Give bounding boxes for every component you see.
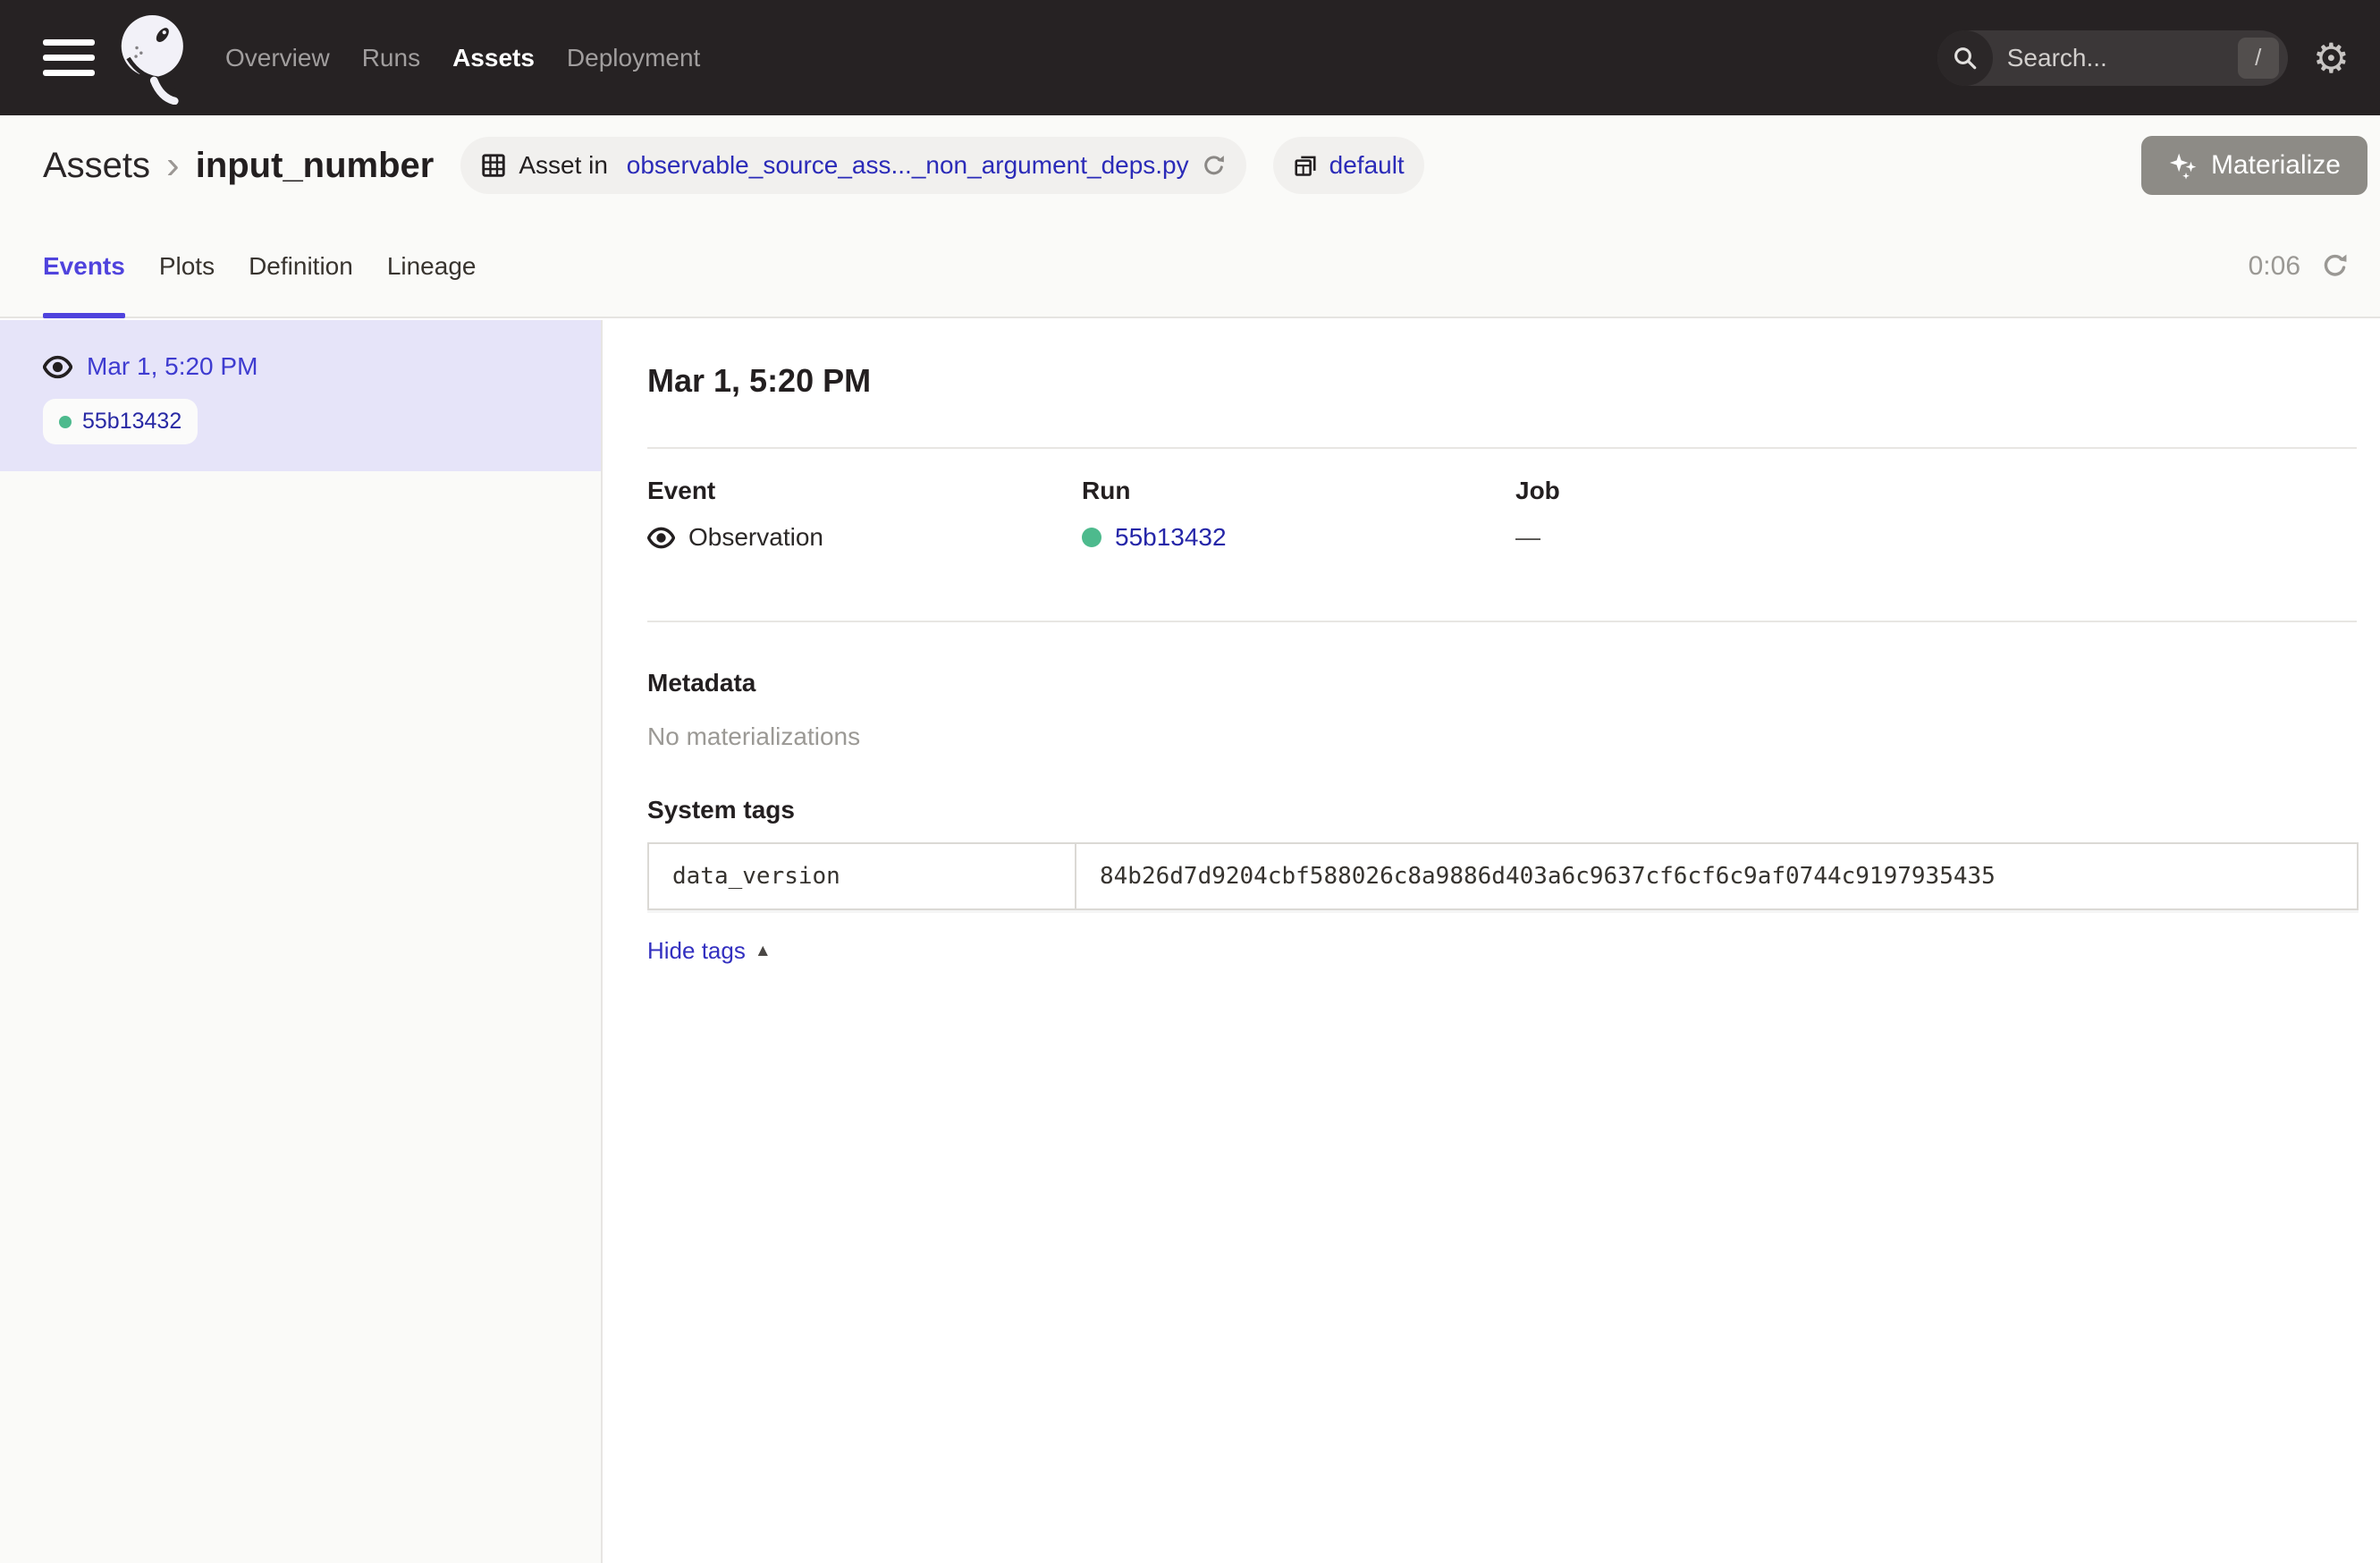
primary-nav: Overview Runs Assets Deployment — [225, 44, 700, 72]
metadata-heading: Metadata — [647, 669, 2357, 697]
observation-eye-icon — [647, 527, 675, 549]
materialize-button[interactable]: Materialize — [2141, 136, 2367, 195]
run-status-dot — [59, 416, 72, 428]
refresh-icon[interactable] — [2320, 251, 2350, 281]
search-icon — [1937, 30, 1993, 86]
job-column-label: Job — [1515, 476, 2357, 506]
hamburger-menu-icon[interactable] — [43, 39, 95, 76]
asset-table-icon — [480, 152, 507, 179]
breadcrumb-separator-icon: › — [166, 146, 180, 185]
code-location-pill: default — [1273, 137, 1424, 194]
metadata-empty-text: No materializations — [647, 722, 2357, 751]
asset-tabs-row: Events Plots Definition Lineage 0:06 — [0, 215, 2380, 318]
repo-grid-icon — [1293, 153, 1318, 178]
event-detail-panel: Mar 1, 5:20 PM Event Observation Run 55b… — [604, 320, 2380, 1563]
divider — [647, 621, 2357, 622]
search-shortcut-badge: / — [2238, 38, 2279, 79]
system-tags-table: data_version 84b26d7d9204cbf588026c8a988… — [647, 842, 2359, 910]
materialize-button-label: Materialize — [2211, 150, 2341, 181]
tab-definition[interactable]: Definition — [249, 215, 353, 317]
tab-events[interactable]: Events — [43, 215, 125, 317]
run-id-link[interactable]: 55b13432 — [1115, 522, 1227, 553]
run-column-label: Run — [1082, 476, 1515, 506]
page-title: input_number — [196, 146, 435, 186]
run-status-dot — [1082, 528, 1101, 547]
asset-definition-file-link[interactable]: observable_source_ass..._non_argument_de… — [627, 151, 1189, 180]
event-detail-title: Mar 1, 5:20 PM — [647, 361, 2357, 401]
asset-header-row: Assets › input_number Asset in observabl… — [0, 115, 2380, 215]
divider — [647, 447, 2357, 449]
settings-gear-icon[interactable]: ⚙ — [2313, 38, 2350, 79]
event-timestamp: Mar 1, 5:20 PM — [87, 352, 257, 381]
system-tags-heading: System tags — [647, 796, 2357, 824]
tab-plots[interactable]: Plots — [159, 215, 215, 317]
top-nav-bar: Overview Runs Assets Deployment / ⚙ — [0, 0, 2380, 115]
run-id-badge-label: 55b13432 — [82, 409, 181, 435]
dagster-logo-icon[interactable] — [116, 10, 202, 106]
asset-location-prefix: Asset in — [519, 151, 614, 180]
nav-item-assets[interactable]: Assets — [452, 44, 535, 72]
refresh-timer: 0:06 — [2249, 251, 2300, 282]
system-tag-key-cell: data_version — [649, 844, 1076, 908]
nav-item-overview[interactable]: Overview — [225, 44, 330, 72]
event-column-label: Event — [647, 476, 1082, 506]
asset-tabs: Events Plots Definition Lineage — [43, 215, 476, 317]
nav-item-deployment[interactable]: Deployment — [567, 44, 700, 72]
tab-lineage[interactable]: Lineage — [387, 215, 477, 317]
event-type-value: Observation — [688, 522, 823, 553]
event-list-sidebar: Mar 1, 5:20 PM 55b13432 — [0, 320, 603, 1563]
reload-definition-icon[interactable] — [1201, 153, 1227, 179]
job-empty-value: — — [1515, 522, 1540, 553]
run-id-badge[interactable]: 55b13432 — [43, 399, 198, 444]
hide-tags-toggle[interactable]: Hide tags ▲ — [647, 937, 772, 965]
system-tag-value-cell: 84b26d7d9204cbf588026c8a9886d403a6c9637c… — [1076, 844, 2357, 908]
sparkles-icon — [2168, 150, 2199, 181]
breadcrumb-assets-link[interactable]: Assets — [43, 146, 150, 186]
collapse-caret-icon: ▲ — [755, 942, 772, 959]
event-list-item-selected[interactable]: Mar 1, 5:20 PM 55b13432 — [0, 320, 601, 471]
code-location-link[interactable]: default — [1329, 151, 1405, 180]
observation-eye-icon — [43, 355, 72, 379]
search-input[interactable] — [1993, 44, 2238, 72]
hide-tags-label: Hide tags — [647, 937, 746, 965]
global-search[interactable]: / — [1937, 30, 2288, 86]
nav-item-runs[interactable]: Runs — [362, 44, 420, 72]
asset-location-pill: Asset in observable_source_ass..._non_ar… — [460, 137, 1245, 194]
